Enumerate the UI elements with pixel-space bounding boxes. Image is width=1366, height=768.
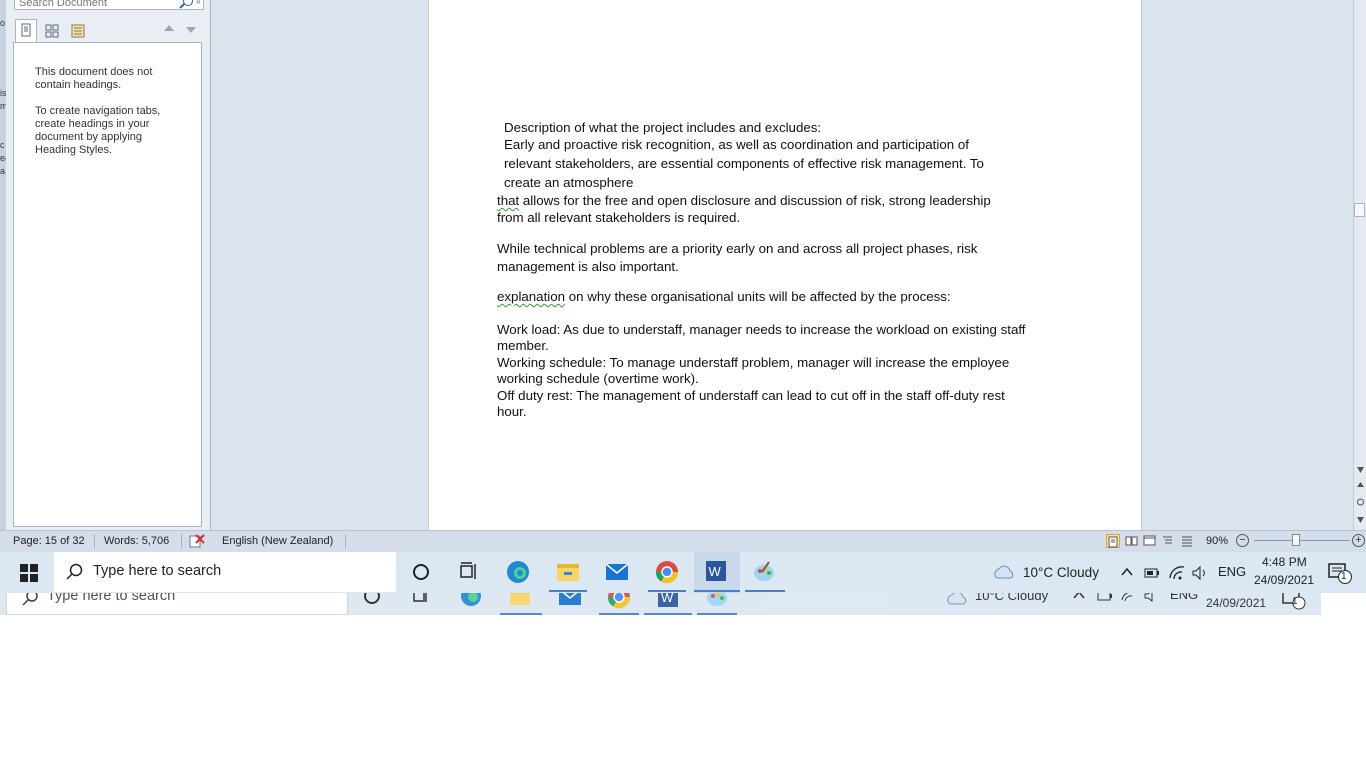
draft-icon [1182,536,1192,547]
doc-line-group: explanation on why these organisational … [497,289,951,305]
page-thumbnail-icon [21,23,31,37]
mail-icon[interactable] [605,560,629,584]
input-language[interactable]: ENG [1218,564,1246,579]
edge-char: a [0,166,6,176]
active-app-indicator [697,613,737,615]
taskbar-search-placeholder: Type here to search [93,563,222,579]
active-app-indicator [694,590,740,592]
active-app-indicator [644,613,692,615]
word-icon: W [706,561,726,581]
active-app-indicator [500,613,542,615]
spelling-flagged-word[interactable]: that [497,193,519,208]
speaker-icon[interactable] [1191,564,1215,588]
tab-browse-headings[interactable] [15,19,37,42]
tab-browse-results[interactable] [67,19,89,42]
file-explorer-icon[interactable] [556,560,580,584]
doc-line: Off duty rest: The management of underst… [497,388,1005,403]
battery-icon[interactable] [1143,565,1167,589]
zoom-slider-track[interactable] [1254,540,1350,541]
doc-line: Working schedule: To manage understaff p… [497,355,1010,370]
next-heading-button[interactable] [186,27,196,33]
clock-date[interactable]: 24/09/2021 [1254,573,1314,587]
notification-count: 1 [1341,571,1347,582]
paint-icon[interactable] [752,560,776,584]
vertical-scrollbar[interactable] [1353,0,1366,530]
heading-help-message: To create navigation tabs, create headin… [35,105,161,156]
spelling-flagged-word[interactable]: explanation [497,289,565,304]
doc-line: relevant stakeholders, are essential com… [504,156,984,171]
draft-view-button[interactable] [1180,534,1194,548]
outline-view-button[interactable] [1161,534,1175,548]
status-separator [94,534,95,549]
word-count[interactable]: Words: 5,706 [104,535,169,547]
web-layout-button[interactable] [1143,534,1157,548]
outline-icon [1163,536,1172,544]
spelling-check-icon[interactable] [188,533,206,549]
print-layout-icon [1108,536,1118,548]
clock-time[interactable]: 4:48 PM [1262,555,1307,569]
cloud-icon [994,565,1014,579]
scrollbar-arrows [1357,467,1364,523]
doc-line: allows for the free and open disclosure … [522,193,991,208]
web-layout-icon [1143,535,1156,546]
doc-line: create an atmosphere [504,175,634,190]
status-separator [181,534,182,549]
search-clear-button[interactable]: × [196,0,201,10]
active-app-indicator [549,590,587,592]
full-screen-reading-button[interactable] [1125,534,1139,548]
doc-line: While technical problems are a priority … [497,241,978,256]
edge-char: c [0,140,5,150]
doc-line: member. [497,338,549,353]
previous-heading-button[interactable] [164,25,174,31]
reading-icon [1125,536,1138,546]
svg-text:W: W [709,564,722,579]
doc-line: on why these organisational units will b… [568,289,951,304]
language-indicator[interactable]: English (New Zealand) [222,535,333,547]
document-page[interactable]: Description of what the project includes… [428,0,1142,530]
search-placeholder: Search Document [19,0,108,9]
zoom-slider-thumb[interactable] [1292,534,1300,546]
wifi-icon[interactable] [1168,564,1192,588]
status-bar: Page: 15 of 32 Words: 5,706 English (New… [0,530,1366,552]
taskbar-search-box[interactable]: Type here to search [54,552,396,592]
task-view-icon[interactable] [458,561,482,585]
ghost-notification-count: 1 [1292,596,1298,607]
scrollbar-thumb[interactable] [1354,203,1365,217]
active-app-indicator [745,590,785,592]
doc-line: management is also important. [497,259,679,274]
notification-icon[interactable] [1328,562,1352,586]
doc-line: working schedule (overtime work). [497,371,699,386]
no-headings-message: This document does not contain headings. [35,66,153,91]
search-icon [66,563,83,580]
windows-start-icon[interactable] [18,562,42,586]
edge-char: o [0,18,6,28]
chrome-icon[interactable] [655,560,679,584]
weather-widget[interactable]: 10°C Cloudy [1023,565,1099,580]
doc-line: from all relevant stakeholders is requir… [497,210,741,225]
taskbar: Type here to search W 10°C Cloudy ENG 4:… [0,552,1366,593]
active-app-indicator [599,613,639,615]
print-layout-view-button[interactable] [1106,534,1120,548]
page-count[interactable]: Page: 15 of 32 [13,535,85,547]
search-document-input[interactable]: Search Document × [14,0,204,10]
grid-thumbnail-icon [45,24,59,38]
active-app-indicator [648,590,686,592]
cortana-icon[interactable] [410,561,434,585]
zoom-in-button[interactable]: + [1352,534,1365,547]
word-taskbar-button[interactable]: W [694,552,740,593]
doc-line-group: that allows for the free and open disclo… [497,193,991,209]
chevron-up-icon[interactable] [1120,565,1144,589]
status-separator [345,534,346,549]
doc-line: hour. [497,404,527,419]
doc-line: Early and proactive risk recognition, as… [504,137,969,152]
search-icon[interactable] [183,0,193,6]
doc-line: Work load: As due to understaff, manager… [497,322,1026,337]
doc-line: Description of what the project includes… [504,120,822,135]
results-icon [71,24,85,38]
tab-browse-pages[interactable] [41,19,63,42]
ghost-date[interactable]: 24/09/2021 [1206,596,1266,610]
edge-icon[interactable] [506,560,530,584]
zoom-out-button[interactable]: − [1236,534,1249,547]
zoom-level[interactable]: 90% [1206,535,1228,547]
